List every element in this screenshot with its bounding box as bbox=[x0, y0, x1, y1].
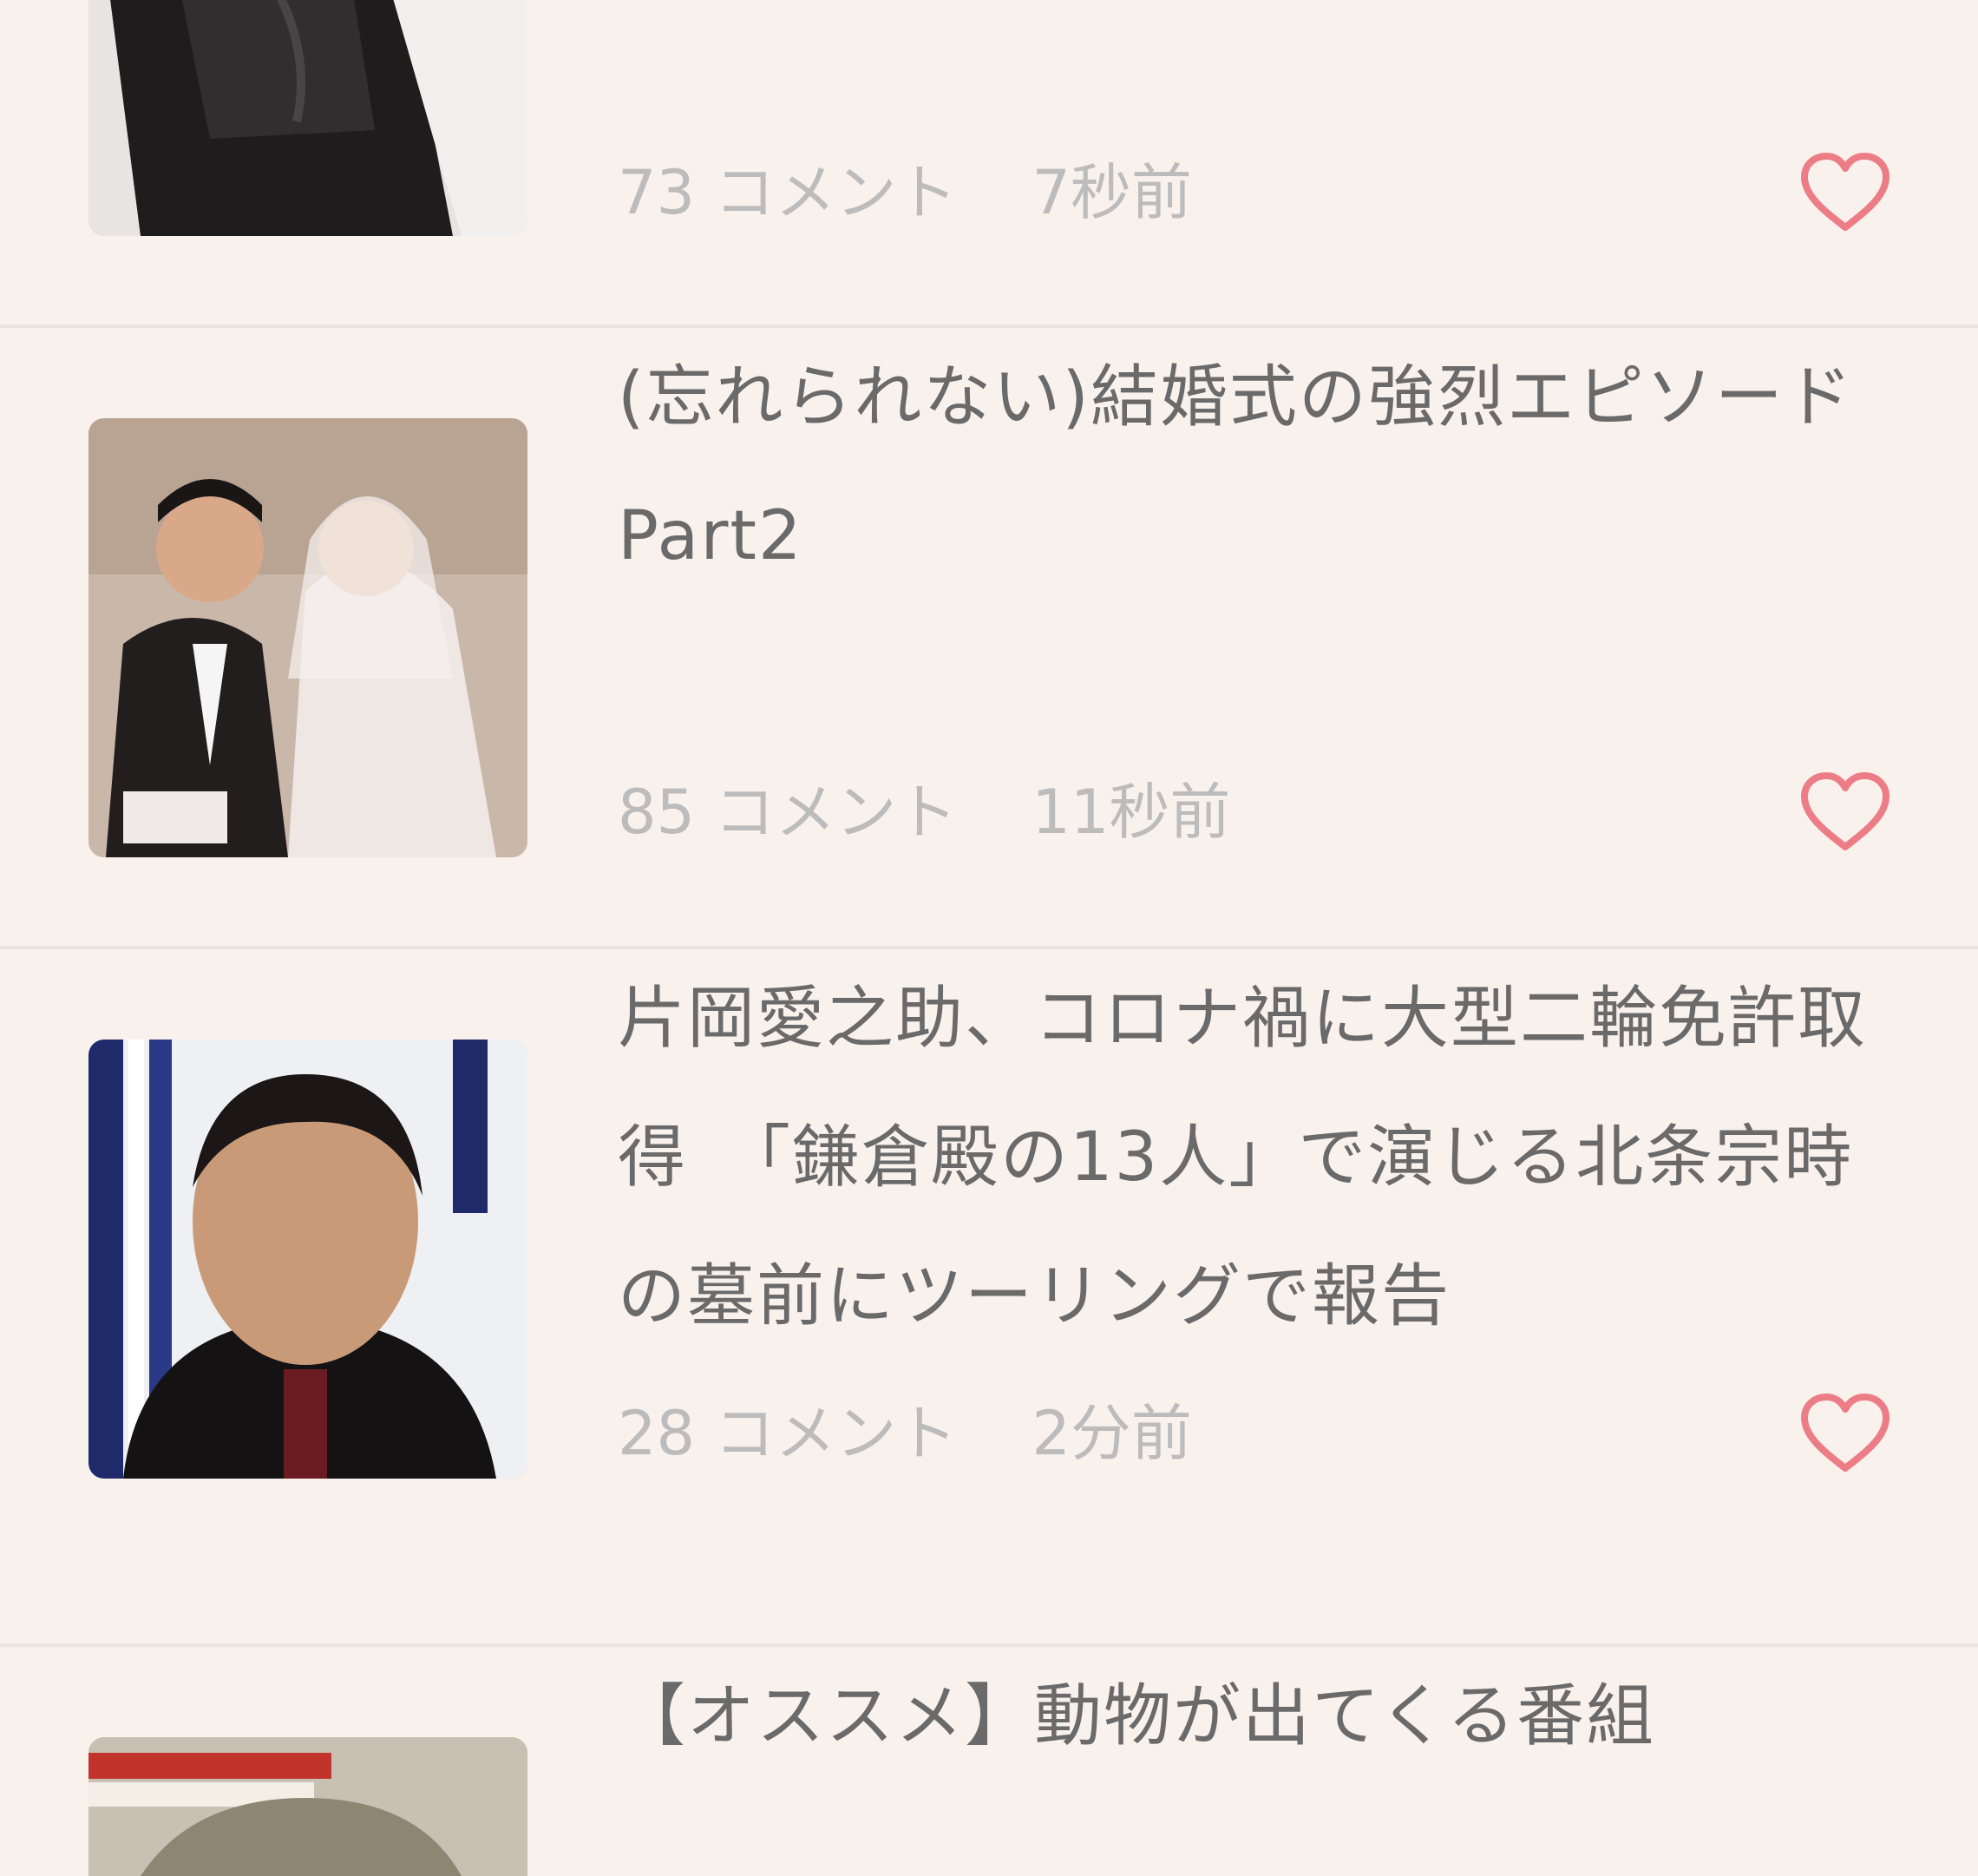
topic-feed: 73 コメント 7秒前 (忘れられない)結婚式の強烈エピソードPart2 85 … bbox=[0, 0, 1978, 1876]
topic-thumbnail[interactable] bbox=[88, 418, 527, 857]
thumbnail-image bbox=[88, 1040, 527, 1479]
thumbnail-image bbox=[88, 418, 527, 857]
list-item[interactable]: 73 コメント 7秒前 bbox=[0, 0, 1978, 326]
list-item[interactable]: 【オススメ】動物が出てくる番組 bbox=[0, 1647, 1978, 1876]
favorite-heart-icon[interactable] bbox=[1799, 151, 1891, 234]
posted-time: 2分前 bbox=[1032, 1398, 1192, 1469]
list-item[interactable]: (忘れられない)結婚式の強烈エピソードPart2 85 コメント 11秒前 bbox=[0, 328, 1978, 948]
posted-time: 11秒前 bbox=[1032, 777, 1231, 848]
favorite-heart-icon[interactable] bbox=[1799, 771, 1891, 854]
comment-count: 73 コメント bbox=[618, 157, 958, 228]
posted-time: 7秒前 bbox=[1032, 157, 1192, 228]
topic-meta: 85 コメント 11秒前 bbox=[618, 769, 1230, 856]
topic-thumbnail[interactable] bbox=[88, 1040, 527, 1479]
topic-title[interactable]: 【オススメ】動物が出てくる番組 bbox=[618, 1647, 1867, 1876]
favorite-heart-icon[interactable] bbox=[1799, 1392, 1891, 1475]
list-item[interactable]: 片岡愛之助、コロナ禍に大型二輪免許取得 「鎌倉殿の13人」で演じる北条宗時の墓前… bbox=[0, 949, 1978, 1643]
comment-count: 28 コメント bbox=[618, 1398, 958, 1469]
topic-thumbnail[interactable] bbox=[88, 0, 527, 236]
topic-meta: 28 コメント 2分前 bbox=[618, 1390, 1192, 1477]
topic-meta: 73 コメント 7秒前 bbox=[618, 149, 1192, 236]
thumbnail-image bbox=[88, 0, 527, 236]
topic-title[interactable]: (忘れられない)結婚式の強烈エピソードPart2 bbox=[618, 328, 1867, 606]
comment-count: 85 コメント bbox=[618, 777, 958, 848]
thumbnail-image bbox=[88, 1737, 527, 1876]
topic-title[interactable]: 片岡愛之助、コロナ禍に大型二輪免許取得 「鎌倉殿の13人」で演じる北条宗時の墓前… bbox=[618, 949, 1867, 1366]
topic-thumbnail[interactable] bbox=[88, 1737, 527, 1876]
